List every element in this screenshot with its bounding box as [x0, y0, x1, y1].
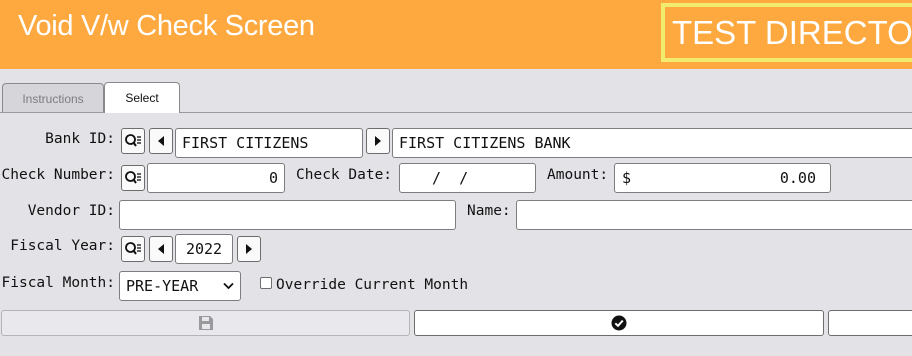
check-number-label: Check Number: — [1, 167, 116, 183]
page-title: Void V/w Check Screen — [18, 10, 315, 42]
name-label: Name: — [467, 203, 511, 219]
check-number-lookup-button[interactable] — [121, 165, 145, 191]
bank-id-code-field[interactable]: FIRST CITIZENS — [175, 128, 363, 158]
bank-description-field: FIRST CITIZENS BANK — [392, 128, 912, 158]
bank-prev-button[interactable] — [149, 128, 173, 154]
triangle-right-icon — [375, 136, 381, 146]
bank-lookup-button[interactable] — [121, 128, 145, 154]
search-list-icon — [125, 242, 141, 255]
fiscal-year-prev-button[interactable] — [149, 236, 173, 262]
chevron-down-icon — [223, 282, 234, 290]
override-current-month-label: Override Current Month — [276, 277, 469, 293]
name-field[interactable] — [516, 200, 912, 230]
fiscal-month-select[interactable]: PRE-YEAR — [119, 271, 241, 301]
amount-field[interactable]: $ 0.00 — [614, 163, 831, 193]
confirm-button[interactable] — [414, 310, 824, 336]
tab-instructions[interactable]: Instructions — [2, 83, 104, 113]
fiscal-year-label: Fiscal Year: — [10, 238, 115, 254]
amount-value: 0.00 — [779, 169, 816, 187]
override-current-month-checkbox[interactable] — [260, 277, 272, 289]
search-list-icon — [125, 171, 141, 184]
save-button[interactable] — [1, 310, 410, 336]
fiscal-year-next-button[interactable] — [237, 236, 261, 262]
check-number-field[interactable]: 0 — [147, 163, 285, 193]
environment-badge: TEST DIRECTO — [661, 3, 912, 62]
cancel-button[interactable] — [828, 310, 912, 336]
check-circle-icon — [611, 315, 627, 331]
vendor-id-label: Vendor ID: — [27, 203, 115, 219]
triangle-right-icon — [246, 244, 252, 254]
fiscal-month-value: PRE-YEAR — [126, 277, 199, 295]
search-list-icon — [125, 134, 141, 147]
fiscal-year-field[interactable]: 2022 — [175, 234, 233, 264]
bank-id-label: Bank ID: — [45, 131, 115, 147]
currency-symbol: $ — [622, 169, 632, 187]
fiscal-month-label: Fiscal Month: — [1, 275, 116, 291]
floppy-disk-icon — [198, 316, 213, 330]
header-bar: Void V/w Check Screen TEST DIRECTO — [0, 0, 912, 69]
check-date-field[interactable]: / / — [399, 163, 536, 193]
amount-label: Amount: — [547, 167, 609, 183]
check-date-label: Check Date: — [296, 167, 393, 183]
bank-next-button[interactable] — [366, 128, 390, 154]
tab-select[interactable]: Select — [104, 82, 180, 113]
fiscal-year-lookup-button[interactable] — [121, 236, 145, 262]
triangle-left-icon — [158, 244, 164, 254]
triangle-left-icon — [158, 136, 164, 146]
vendor-id-field[interactable] — [119, 200, 456, 230]
